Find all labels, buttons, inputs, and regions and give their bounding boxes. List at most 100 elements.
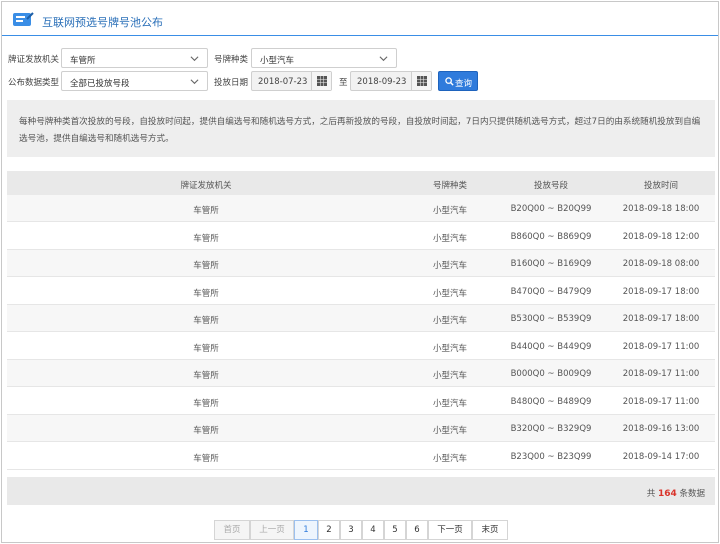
calendar-icon: [317, 76, 327, 86]
cell-authority: 车管所: [193, 343, 219, 354]
cell-authority: 车管所: [193, 261, 219, 271]
cell-range: B470Q0 ~ B479Q9: [510, 286, 592, 297]
table-header: 牌证发放机关 号牌种类 投放号段 投放时间: [7, 171, 715, 195]
cell-range: B23Q00 ~ B23Q99: [510, 451, 592, 462]
cell-plate-type: 小型汽车: [432, 233, 467, 244]
pager-page-4[interactable]: 4: [362, 520, 384, 540]
cell-plate-type: 小型汽车: [432, 316, 467, 326]
date-to-input[interactable]: 2018-09-23: [350, 71, 432, 91]
plate-type-label: 号牌种类: [214, 55, 249, 65]
cell-authority: 车管所: [193, 316, 219, 326]
plate-type-select[interactable]: 小型汽车: [251, 48, 397, 68]
cell-authority: 车管所: [193, 453, 219, 464]
cell-plate-type: 小型汽车: [432, 371, 467, 381]
cell-range: B440Q0 ~ B449Q9: [510, 341, 592, 352]
pager-page-1[interactable]: 1: [294, 520, 318, 540]
date-from-value: 2018-07-23: [258, 77, 308, 87]
date-label: 投放日期: [214, 78, 249, 88]
cell-time: 2018-09-17 18:00: [622, 286, 700, 297]
authority-value: 车管所: [70, 56, 96, 66]
cell-plate-type: 小型汽车: [432, 398, 467, 409]
table-row: 车管所 小型汽车 B23Q00 ~ B23Q99 2018-09-14 17:0…: [7, 443, 715, 470]
search-icon: [445, 77, 454, 86]
cell-time: 2018-09-17 18:00: [622, 314, 700, 324]
column-header-authority: 牌证发放机关: [180, 181, 232, 191]
cell-time: 2018-09-18 12:00: [622, 231, 700, 242]
cell-plate-type: 小型汽车: [432, 426, 467, 436]
table-row: 车管所 小型汽车 B480Q0 ~ B489Q9 2018-09-17 11:0…: [7, 388, 715, 415]
cell-time: 2018-09-16 13:00: [622, 424, 700, 434]
cell-authority: 车管所: [193, 398, 219, 409]
pager-first[interactable]: 首页: [214, 520, 250, 540]
table-row: 车管所 小型汽车 B440Q0 ~ B449Q9 2018-09-17 11:0…: [7, 333, 715, 360]
calendar-icon: [417, 76, 427, 86]
cell-plate-type: 小型汽车: [432, 453, 467, 464]
cell-authority: 车管所: [193, 233, 219, 244]
chevron-down-icon: [190, 56, 199, 62]
pager-next[interactable]: 下一页: [428, 520, 472, 540]
cell-time: 2018-09-17 11:00: [622, 341, 700, 352]
table-row: 车管所 小型汽车 B470Q0 ~ B479Q9 2018-09-17 18:0…: [7, 278, 715, 305]
cell-range: B20Q00 ~ B20Q99: [510, 204, 592, 214]
pager-page-3[interactable]: 3: [340, 520, 362, 540]
date-to-value: 2018-09-23: [357, 77, 407, 87]
chevron-down-icon: [379, 56, 388, 62]
cell-authority: 车管所: [193, 371, 219, 381]
record-count: 164: [657, 489, 677, 499]
cell-time: 2018-09-17 11:00: [622, 369, 700, 379]
date-from-input[interactable]: 2018-07-23: [251, 71, 332, 91]
pager-page-5[interactable]: 5: [384, 520, 406, 540]
date-separator: 至: [339, 78, 348, 88]
table-row: 车管所 小型汽车 B530Q0 ~ B539Q9 2018-09-17 18:0…: [7, 305, 715, 332]
calendar-button[interactable]: [411, 72, 431, 90]
authority-label: 牌证发放机关: [8, 55, 60, 65]
notice-text: 每种号牌种类首次投放的号段，自投放时间起，提供自编选号和随机选号方式，之后再新投…: [19, 117, 701, 144]
plate-type-value: 小型汽车: [260, 56, 295, 66]
query-label: 查询: [455, 79, 473, 89]
authority-select[interactable]: 车管所: [61, 48, 208, 68]
cell-plate-type: 小型汽车: [432, 343, 467, 354]
cell-authority: 车管所: [193, 426, 219, 436]
cell-authority: 车管所: [193, 206, 219, 216]
cell-range: B530Q0 ~ B539Q9: [510, 314, 592, 324]
data-type-select[interactable]: 全部已投放号段: [61, 71, 208, 91]
table-row: 车管所 小型汽车 B160Q0 ~ B169Q9 2018-09-18 08:0…: [7, 250, 715, 277]
data-type-label: 公布数据类型: [8, 78, 60, 88]
pager-page-6[interactable]: 6: [406, 520, 428, 540]
table-row: 车管所 小型汽车 B000Q0 ~ B009Q9 2018-09-17 11:0…: [7, 360, 715, 387]
cell-range: B480Q0 ~ B489Q9: [510, 396, 592, 407]
pager-page-2[interactable]: 2: [318, 520, 340, 540]
cell-range: B000Q0 ~ B009Q9: [510, 369, 592, 379]
page-frame: 互联网预选号牌号池公布 牌证发放机关 车管所 号牌种类 小型汽车 公布数据类型 …: [1, 1, 719, 543]
cell-authority: 车管所: [193, 288, 219, 299]
cell-range: B320Q0 ~ B329Q9: [510, 424, 592, 434]
column-header-plate-type: 号牌种类: [432, 181, 467, 191]
data-type-value: 全部已投放号段: [70, 79, 130, 89]
cell-time: 2018-09-14 17:00: [622, 451, 700, 462]
cell-time: 2018-09-18 08:00: [622, 259, 700, 269]
query-button[interactable]: 查询: [438, 71, 478, 91]
column-header-range: 投放号段: [533, 181, 568, 191]
license-plate-icon: [13, 12, 34, 26]
cell-range: B860Q0 ~ B869Q9: [510, 231, 592, 242]
cell-time: 2018-09-17 11:00: [622, 396, 700, 407]
cell-range: B160Q0 ~ B169Q9: [510, 259, 592, 269]
notice-box: 每种号牌种类首次投放的号段，自投放时间起，提供自编选号和随机选号方式，之后再新投…: [7, 100, 715, 157]
chevron-down-icon: [190, 79, 199, 85]
cell-plate-type: 小型汽车: [432, 288, 467, 299]
table-row: 车管所 小型汽车 B20Q00 ~ B20Q99 2018-09-18 18:0…: [7, 195, 715, 222]
table-row: 车管所 小型汽车 B320Q0 ~ B329Q9 2018-09-16 13:0…: [7, 415, 715, 442]
page-title: 互联网预选号牌号池公布: [42, 16, 163, 29]
cell-plate-type: 小型汽车: [432, 261, 467, 271]
pager-last[interactable]: 末页: [472, 520, 508, 540]
pager-prev[interactable]: 上一页: [250, 520, 294, 540]
cell-time: 2018-09-18 18:00: [622, 204, 700, 214]
calendar-button[interactable]: [311, 72, 331, 90]
column-header-time: 投放时间: [643, 181, 678, 191]
count-prefix: 共: [646, 489, 656, 499]
record-summary: 共 164 条数据: [7, 477, 715, 505]
cell-plate-type: 小型汽车: [432, 206, 467, 216]
record-count-text: 共 164 条数据: [647, 487, 705, 499]
table-row: 车管所 小型汽车 B860Q0 ~ B869Q9 2018-09-18 12:0…: [7, 223, 715, 250]
count-suffix: 条数据: [679, 489, 705, 499]
